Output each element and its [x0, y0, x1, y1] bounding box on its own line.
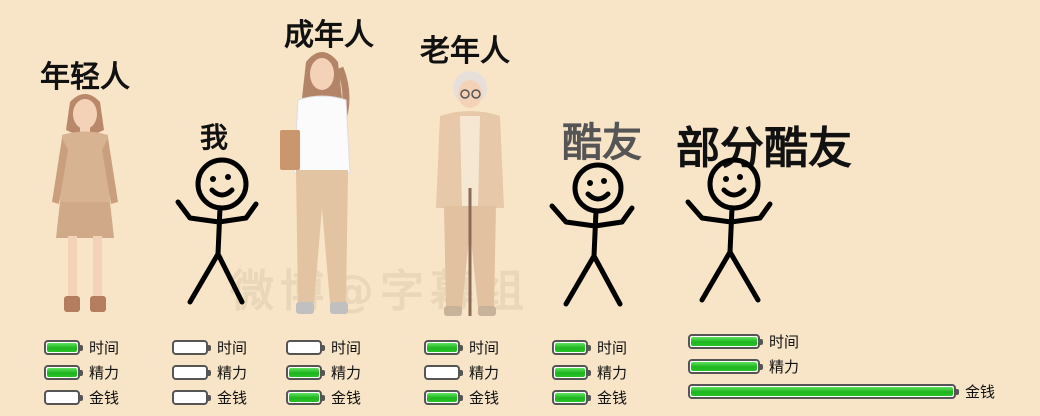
battery-icon — [44, 340, 83, 355]
battery-icon — [286, 365, 325, 380]
battery-label-time: 时间 — [469, 339, 500, 357]
battery-fill — [691, 362, 757, 371]
battery-row-energy: 精力 — [552, 362, 627, 383]
battery-row-energy: 精力 — [424, 362, 499, 383]
battery-fill — [427, 393, 457, 402]
battery-label-money: 金钱 — [89, 389, 120, 407]
battery-label-time: 时间 — [331, 339, 362, 357]
battery-fill — [555, 368, 585, 377]
battery-row-energy-col6: 精力 — [688, 356, 799, 377]
battery-icon — [424, 365, 463, 380]
battery-icon — [424, 390, 463, 405]
battery-row-money: 金钱 — [44, 387, 119, 408]
battery-label-energy: 精力 — [331, 364, 362, 382]
battery-icon — [688, 384, 959, 399]
battery-icon — [552, 365, 591, 380]
battery-row-energy: 精力 — [172, 362, 247, 383]
battery-row-money: 金钱 — [552, 387, 627, 408]
battery-label-energy: 精力 — [217, 364, 248, 382]
battery-row-time: 时间 — [172, 337, 247, 358]
battery-fill — [289, 393, 319, 402]
battery-label-money: 金钱 — [217, 389, 248, 407]
battery-label-time: 时间 — [597, 339, 628, 357]
battery-row-energy: 精力 — [286, 362, 361, 383]
battery-label-energy: 精力 — [469, 364, 500, 382]
battery-fill — [289, 368, 319, 377]
battery-icon — [286, 390, 325, 405]
battery-icon — [44, 390, 83, 405]
battery-row-money: 金钱 — [424, 387, 499, 408]
adult-woman-figure — [280, 52, 351, 314]
battery-fill — [555, 393, 585, 402]
battery-row-money: 金钱 — [172, 387, 247, 408]
column-title-elderly: 老年人 — [420, 34, 510, 69]
battery-fill — [427, 343, 457, 352]
stick-figure-some-cool-friends — [685, 157, 773, 303]
battery-icon — [172, 340, 211, 355]
battery-icon — [172, 390, 211, 405]
battery-fill — [47, 343, 77, 352]
stick-figure-cool-friend — [549, 162, 635, 307]
battery-label-energy: 精力 — [89, 364, 120, 382]
battery-label-time: 时间 — [769, 333, 800, 351]
battery-fill — [691, 387, 953, 396]
battery-row-time: 时间 — [424, 337, 499, 358]
battery-label-energy: 精力 — [597, 364, 628, 382]
young-woman-figure — [52, 94, 118, 312]
battery-row-money-col6: 金钱 — [688, 381, 995, 402]
battery-icon — [44, 365, 83, 380]
battery-label-energy: 精力 — [769, 358, 800, 376]
column-title-me: 我 — [200, 121, 229, 154]
battery-row-time: 时间 — [552, 337, 627, 358]
battery-fill — [47, 368, 77, 377]
battery-label-money: 金钱 — [597, 389, 628, 407]
battery-fill — [691, 337, 757, 346]
battery-icon — [688, 334, 763, 349]
battery-fill — [555, 343, 585, 352]
battery-icon — [552, 390, 591, 405]
stick-figure-me — [175, 157, 259, 305]
battery-icon — [172, 365, 211, 380]
battery-row-time: 时间 — [44, 337, 119, 358]
battery-row-energy: 精力 — [44, 362, 119, 383]
elderly-woman-figure — [436, 71, 504, 316]
battery-icon — [286, 340, 325, 355]
battery-icon — [552, 340, 591, 355]
battery-icon — [424, 340, 463, 355]
battery-label-money: 金钱 — [331, 389, 362, 407]
battery-label-money: 金钱 — [965, 383, 996, 401]
battery-label-time: 时间 — [89, 339, 120, 357]
battery-row-time-col6: 时间 — [688, 331, 799, 352]
battery-icon — [688, 359, 763, 374]
battery-label-money: 金钱 — [469, 389, 500, 407]
battery-label-time: 时间 — [217, 339, 248, 357]
battery-row-money: 金钱 — [286, 387, 361, 408]
battery-row-time: 时间 — [286, 337, 361, 358]
